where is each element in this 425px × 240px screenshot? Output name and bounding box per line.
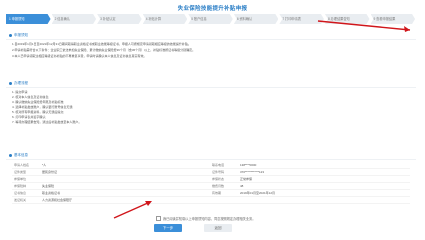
notice-heading-label: 申报须知 — [14, 33, 28, 37]
info-label: 申请人姓名 — [14, 163, 30, 167]
info-row: 发证机关 人力资源和社会保障厅 — [12, 197, 410, 204]
info-label-2: 缴费月数 — [212, 184, 225, 188]
info-row: 申请人姓名 *人 联系电话 138****0000 — [12, 162, 410, 169]
process-heading-label: 办理流程 — [14, 81, 28, 85]
process-body: 1. 提交申请; 2. 核对本人信息及证书信息; 3. 确认缴纳失业保险费年限及补贴… — [6, 88, 416, 127]
info-value: 失业保险 — [42, 184, 55, 188]
step-6: 6 资料确认 — [234, 14, 279, 24]
step-3: 3 补贴认定 — [97, 14, 142, 24]
section-dot-icon — [9, 154, 12, 157]
back-button[interactable]: 返回 — [204, 224, 232, 232]
notice-body: 1.自2019年1月1日至2021年12月31日期间取得职业资格证书或职业技能等… — [6, 40, 416, 62]
footer-actions: 我已阅读并知晓以上申报须知内容，同意按照规定办理相关业务。 下一步 返回 — [6, 212, 416, 240]
info-value-2: 138****0000 — [240, 163, 257, 167]
info-value-2: 正常参保 — [240, 177, 253, 181]
info-row: 证书信息 职业资格证书 有效期 2019年01月至2021年12月 — [12, 190, 410, 197]
info-label-2: 参保状态 — [212, 177, 225, 181]
info-value-2 — [240, 197, 410, 203]
step-2: 2 信息确认 — [52, 14, 97, 24]
step-4: 4 补贴计算 — [143, 14, 188, 24]
info-value: 居民身份证 — [42, 170, 58, 174]
notice-panel: 申报须知 1.自2019年1月1日至2021年12月31日期间取得职业资格证书或… — [6, 32, 416, 82]
basic-info-panel: 基本信息 申请人姓名 *人 联系电话 138****0000 证件类型 居民身份证 证件号码… — [6, 152, 416, 212]
next-button[interactable]: 下一步 — [154, 224, 182, 232]
section-dot-icon — [9, 82, 12, 85]
process-panel: 办理流程 1. 提交申请; 2. 核对本人信息及证书信息; 3. 确认缴纳失业保险费… — [6, 80, 416, 150]
info-row: 参保险种 失业保险 缴费月数 48 — [12, 183, 410, 190]
basic-info-heading-label: 基本信息 — [14, 153, 28, 157]
step-5: 5 账户信息 — [188, 14, 233, 24]
confirm-checkbox[interactable] — [156, 216, 161, 221]
info-label: 证件类型 — [14, 170, 27, 174]
basic-info-table: 申请人姓名 *人 联系电话 138****0000 证件类型 居民身份证 证件号码 370**… — [6, 160, 416, 206]
info-label: 发证机关 — [14, 198, 27, 202]
notice-heading: 申报须知 — [6, 32, 416, 40]
section-dot-icon — [9, 34, 12, 37]
info-label: 证书信息 — [14, 191, 27, 195]
notice-line: 3.本人已申请领取过相应等级证书补贴的不再重复享受，申请时请确认本人信息及证书信… — [12, 54, 147, 58]
confirm-row[interactable]: 我已阅读并知晓以上申报须知内容，同意按照规定办理相关业务。 — [156, 216, 255, 221]
info-label-2: 联系电话 — [212, 163, 225, 167]
info-value-2: 370************123 — [240, 170, 265, 174]
info-value — [42, 176, 212, 182]
info-value: *人 — [42, 163, 47, 167]
process-line: 7. 等待办理结果告知，通过后补贴发放至本人账户。 — [12, 120, 82, 124]
info-label: 参保单位 — [14, 177, 27, 181]
process-heading: 办理流程 — [6, 80, 416, 88]
info-label-2: 有效期 — [212, 191, 222, 195]
info-row: 参保单位 参保状态 正常参保 — [12, 176, 410, 183]
info-label: 参保险种 — [14, 184, 27, 188]
step-1: 1 申报须知 — [6, 14, 51, 24]
confirm-text: 我已阅读并知晓以上申报须知内容，同意按照规定办理相关业务。 — [163, 217, 256, 221]
basic-info-heading: 基本信息 — [6, 152, 416, 160]
info-label-2 — [212, 197, 240, 203]
info-value-2: 2019年01月至2021年12月 — [240, 191, 276, 195]
info-row: 证件类型 居民身份证 证件号码 370************123 — [12, 169, 410, 176]
notice-line: 1.自2019年1月1日至2021年12月31日期间取得职业资格证书或职业技能等… — [12, 42, 191, 46]
info-value-2: 48 — [240, 184, 244, 188]
info-label-2: 证件号码 — [212, 170, 225, 174]
notice-line: 2.申请补贴需符合以下条件：企业职工依法参加失业保险、累计缴纳失业保险费36个月… — [12, 48, 196, 52]
page-title: 失业保险技能提升补贴申报 — [177, 6, 248, 12]
